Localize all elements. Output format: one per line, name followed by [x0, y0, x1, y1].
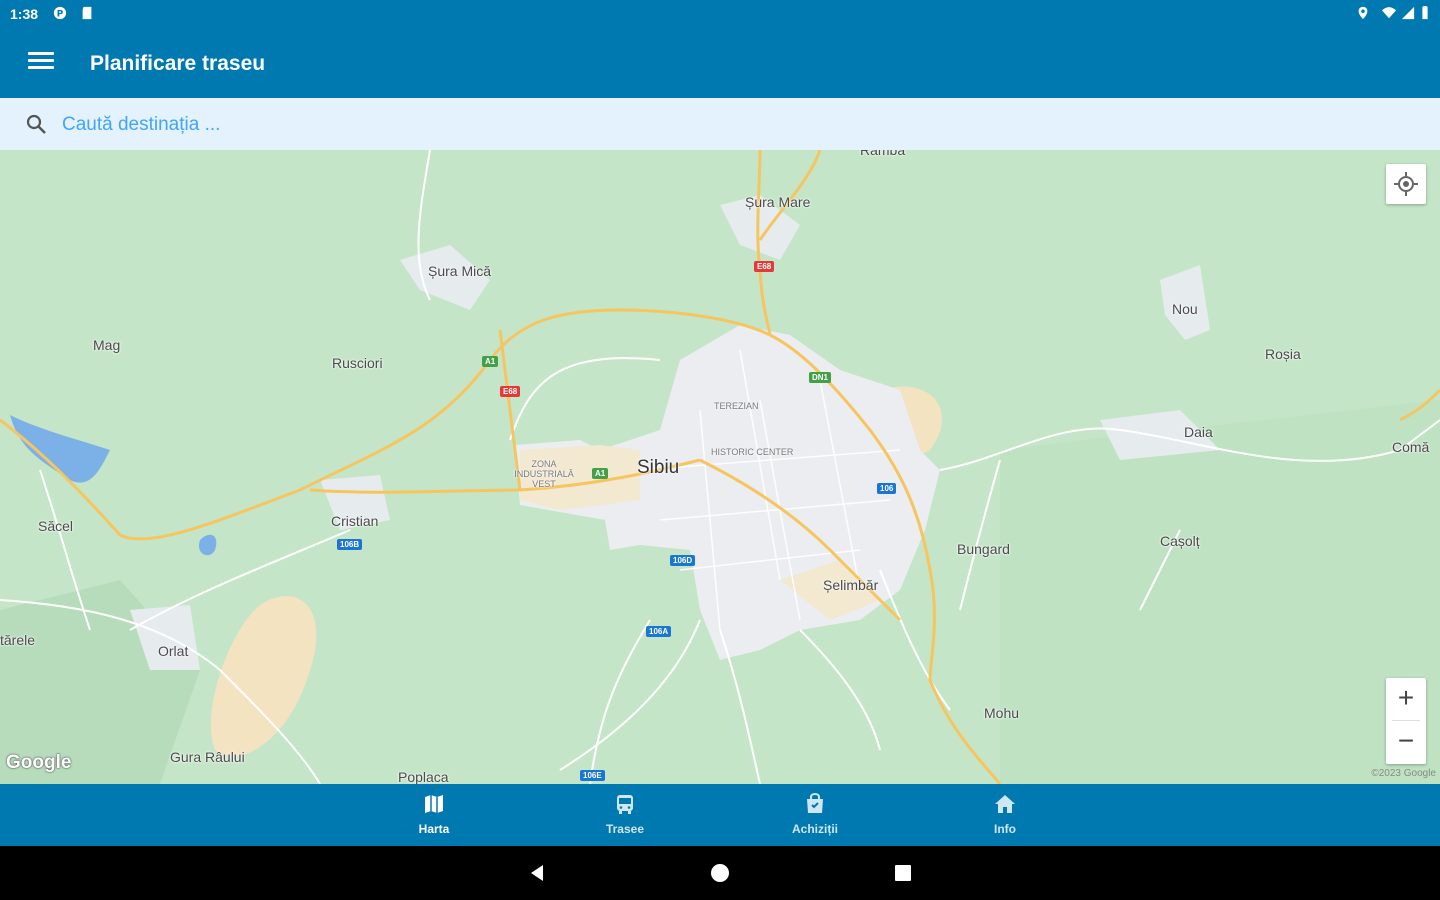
search-input[interactable] [60, 106, 1424, 144]
nav-label-info: Info [994, 822, 1016, 836]
back-icon[interactable] [527, 863, 547, 883]
status-bar: 1:38 P [0, 0, 1440, 28]
google-logo: Google [6, 752, 72, 773]
nav-label-trasee: Trasee [605, 822, 645, 836]
map-copyright: ©2023 Google [1371, 768, 1436, 779]
map-label-mag: Mag [93, 337, 121, 353]
map-label-cristian: Cristian [331, 513, 379, 529]
road-shield-dn1: DN1 [809, 372, 832, 383]
map-label-rosia: Roșia [1265, 346, 1301, 362]
road-shield-106: 106 [877, 483, 897, 494]
road-shield-a1-east: A1 [592, 468, 609, 479]
nav-item-trasee[interactable]: Trasee [575, 792, 675, 838]
map-label-sibiu: Sibiu [637, 457, 680, 478]
system-navigation-bar [0, 846, 1440, 900]
map-label-selimbar: Șelimbăr [823, 577, 879, 593]
map-label-ramba: Rambă [860, 150, 906, 158]
recents-icon[interactable] [893, 863, 913, 883]
search-icon [26, 114, 46, 134]
map-view[interactable]: Rambă Șura Mare Șura Mică Nou Mag Ruscio… [0, 150, 1440, 784]
map-label-saccel: Săcel [38, 518, 74, 534]
nav-item-harta[interactable]: Harta [384, 792, 484, 838]
crosshair-icon [1394, 172, 1418, 196]
bus-icon [617, 795, 633, 814]
map-label-rusciori: Rusciori [332, 355, 383, 371]
map-label-historic-center: HISTORIC CENTER [711, 447, 794, 457]
zoom-controls: + − [1386, 678, 1426, 764]
map-label-tarele: tărele [0, 632, 36, 648]
zoom-in-button[interactable]: + [1386, 678, 1426, 720]
map-label-casolt: Cașolț [1160, 533, 1200, 549]
search-bar [0, 98, 1440, 150]
nav-label-harta: Harta [418, 822, 450, 836]
page-title: Planificare traseu [90, 52, 266, 75]
map-label-zona-industriala: ZONA INDUSTRIALĂ VEST [514, 459, 574, 489]
map-label-gura-raului: Gura Râului [170, 749, 245, 765]
map-label-terezian: TEREZIAN [714, 401, 759, 411]
nav-label-achizitii: Achiziții [791, 822, 838, 836]
map-label-orlat: Orlat [158, 643, 189, 659]
notification-icon: P [53, 6, 67, 20]
road-shield-a1: A1 [482, 356, 499, 367]
road-shield-106a: 106A [646, 626, 672, 637]
home-button-icon[interactable] [710, 863, 730, 883]
map-label-daia: Daia [1184, 424, 1213, 440]
signal-icon [1401, 6, 1415, 20]
map-label-mohu: Mohu [984, 705, 1020, 721]
map-label-sura-mare: Șura Mare [745, 194, 811, 210]
road-shield-106b: 106B [337, 539, 363, 550]
road-shield-106e: 106E [580, 770, 605, 781]
road-shield-e68-north: E68 [754, 261, 775, 272]
wifi-icon [1382, 7, 1396, 19]
road-shield-e68-west: E68 [500, 386, 521, 397]
home-icon [995, 795, 1015, 813]
map-label-sura-mica: Șura Mică [428, 263, 492, 279]
svg-text:P: P [57, 10, 64, 20]
map-label-comana: Comă [1392, 439, 1430, 455]
nav-item-info[interactable]: Info [955, 792, 1055, 838]
map-background [0, 150, 1440, 784]
shopping-bag-icon [807, 792, 823, 813]
road-shield-106d: 106D [670, 555, 696, 566]
zoom-out-button[interactable]: − [1386, 721, 1426, 763]
map-label-bungard: Bungard [957, 541, 1010, 557]
map-label-poplaca: Poplaca [398, 769, 449, 784]
location-icon [1358, 6, 1368, 20]
bottom-navigation: Harta Trasee Achiziții Info [0, 784, 1440, 846]
status-time: 1:38 [10, 6, 39, 22]
map-label-nou: Nou [1172, 301, 1198, 317]
menu-icon[interactable] [28, 52, 54, 74]
nav-item-achizitii[interactable]: Achiziții [765, 792, 865, 838]
map-icon [425, 795, 443, 813]
battery-icon [1422, 6, 1428, 20]
sd-card-icon [82, 6, 92, 20]
my-location-button[interactable] [1386, 164, 1426, 204]
app-bar: Planificare traseu [0, 28, 1440, 98]
